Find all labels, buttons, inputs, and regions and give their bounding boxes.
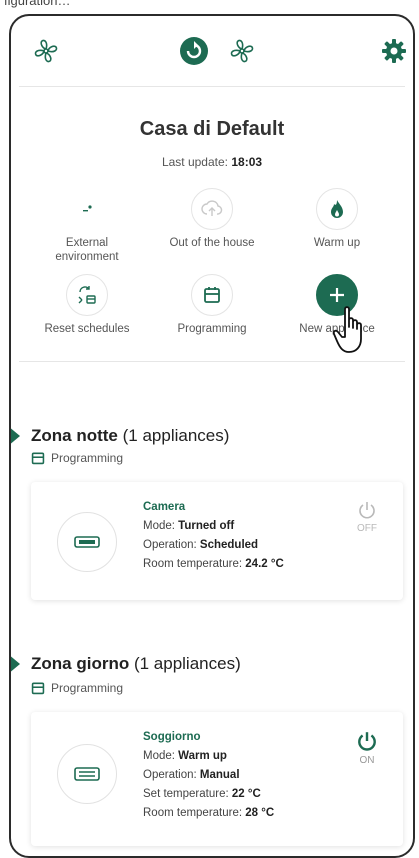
zone-title: Zona giorno (1 appliances) <box>31 654 241 674</box>
appliance-room-temp: Room temperature: 24.2 °C <box>143 558 284 570</box>
out-of-house-icon <box>191 188 233 230</box>
appliance-mode: Mode: Turned off <box>143 520 235 532</box>
action-out-of-house[interactable]: Out of the house <box>152 188 272 250</box>
phone-frame: Casa di Default Last update: 18:03 Exter… <box>9 14 415 858</box>
fan-icon[interactable] <box>29 34 63 68</box>
zone-count: (1 appliances) <box>122 426 230 445</box>
appliance-card[interactable]: Camera Mode: Turned off Operation: Sched… <box>31 482 403 600</box>
zone-mode: Programming <box>31 451 123 465</box>
calendar-icon <box>31 452 45 465</box>
zone-name: Zona giorno <box>31 654 130 673</box>
appliance-info: Soggiorno Mode: Warm up Operation: Manua… <box>143 728 274 823</box>
flame-icon <box>316 188 358 230</box>
zone-expand-marker[interactable] <box>11 426 20 446</box>
action-label: External environment <box>55 237 119 263</box>
zone-expand-marker[interactable] <box>11 654 20 674</box>
action-label: Warm up <box>313 237 361 249</box>
appliance-set-temp: Set temperature: 22 °C <box>143 788 261 800</box>
action-label: Programming <box>177 323 247 335</box>
settings-gear-icon[interactable] <box>377 34 411 68</box>
last-update-label: Last update: <box>161 155 228 169</box>
appliance-mode: Mode: Warm up <box>143 750 227 762</box>
appliance-operation: Operation: Manual <box>143 769 240 781</box>
zone-name: Zona notte <box>31 426 118 445</box>
fan-mode-icon[interactable] <box>225 34 259 68</box>
action-reset-schedules[interactable]: Reset schedules <box>27 274 147 336</box>
zone-count: (1 appliances) <box>133 654 241 673</box>
section-divider <box>19 361 405 362</box>
calendar-icon <box>191 274 233 316</box>
air-conditioner-icon <box>57 512 117 572</box>
top-divider <box>19 86 405 87</box>
zone-mode-label: Programming <box>51 681 124 695</box>
reset-schedules-icon <box>66 274 108 316</box>
appliance-name: Camera <box>143 501 186 513</box>
power-icon <box>358 732 376 751</box>
action-label: Out of the house <box>169 237 255 249</box>
action-programming[interactable]: Programming <box>152 274 272 336</box>
power-toggle[interactable]: OFF <box>347 500 387 534</box>
sync-icon[interactable] <box>177 34 211 68</box>
external-environment-icon <box>66 188 108 230</box>
action-label: Reset schedules <box>44 323 130 335</box>
air-conditioner-icon <box>57 744 117 804</box>
zone-mode-label: Programming <box>51 451 124 465</box>
last-update: Last update: 18:03 <box>11 155 413 169</box>
power-state: OFF <box>357 523 377 534</box>
appliance-name: Soggiorno <box>143 731 201 743</box>
power-icon <box>359 502 375 519</box>
calendar-icon <box>31 682 45 695</box>
appliance-card[interactable]: Soggiorno Mode: Warm up Operation: Manua… <box>31 712 403 846</box>
caption-text: figuration… <box>4 0 71 8</box>
power-toggle[interactable]: ON <box>347 730 387 766</box>
appliance-info: Camera Mode: Turned off Operation: Sched… <box>143 498 284 574</box>
appliance-operation: Operation: Scheduled <box>143 539 259 551</box>
action-external-environment[interactable]: External environment <box>27 188 147 264</box>
appliance-room-temp: Room temperature: 28 °C <box>143 807 275 819</box>
power-state: ON <box>359 755 375 766</box>
top-bar <box>11 16 413 86</box>
house-title: Casa di Default <box>139 118 285 140</box>
hand-cursor-icon <box>332 305 371 360</box>
action-warm-up[interactable]: Warm up <box>277 188 397 250</box>
zone-mode: Programming <box>31 681 123 695</box>
zone-title: Zona notte (1 appliances) <box>31 426 229 446</box>
last-update-time: 18:03 <box>231 155 263 169</box>
